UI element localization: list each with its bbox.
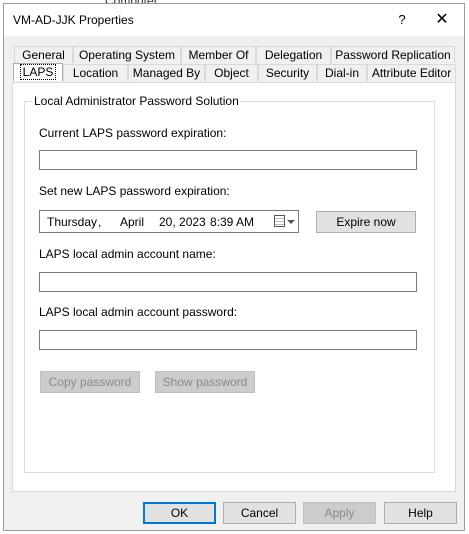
set-new-expiration-label: Set new LAPS password expiration: <box>39 184 230 198</box>
date-day-year[interactable]: 20, 2023 <box>159 215 206 229</box>
copy-password-button[interactable]: Copy password <box>40 371 140 393</box>
date-time[interactable]: 8:39 AM <box>210 215 254 229</box>
account-password-label: LAPS local admin account password: <box>39 305 238 319</box>
account-name-label: LAPS local admin account name: <box>39 247 216 261</box>
tab-delegation[interactable]: Delegation <box>256 46 331 63</box>
ok-button[interactable]: OK <box>143 502 216 524</box>
help-button[interactable]: Help <box>384 502 457 524</box>
properties-dialog: VM-AD-JJK Properties ? ✕ General Operati… <box>3 3 465 531</box>
group-title: Local Administrator Password Solution <box>32 94 241 108</box>
tab-security[interactable]: Security <box>258 64 317 81</box>
tab-laps[interactable]: LAPS <box>13 63 63 81</box>
tab-general[interactable]: General <box>14 46 73 63</box>
tab-location[interactable]: Location <box>63 64 128 81</box>
account-name-field[interactable] <box>39 272 417 292</box>
tab-managed-by[interactable]: Managed By <box>128 64 205 81</box>
tab-attribute-editor[interactable]: Attribute Editor <box>367 64 456 81</box>
expiration-datepicker[interactable]: Thursday , April 20, 2023 8:39 AM <box>39 210 299 233</box>
title-bar: VM-AD-JJK Properties ? ✕ <box>4 4 464 36</box>
date-separator: , <box>98 215 102 229</box>
window-title: VM-AD-JJK Properties <box>13 13 134 27</box>
show-password-button[interactable]: Show password <box>155 371 255 393</box>
account-password-field[interactable] <box>39 330 417 350</box>
current-expiration-field[interactable] <box>39 150 417 170</box>
tab-password-replication[interactable]: Password Replication <box>331 46 455 63</box>
close-icon[interactable]: ✕ <box>424 8 460 32</box>
tab-dial-in[interactable]: Dial-in <box>317 64 367 81</box>
help-icon[interactable]: ? <box>390 8 414 32</box>
date-month[interactable]: April <box>120 215 144 229</box>
date-weekday[interactable]: Thursday <box>47 215 97 229</box>
tab-member-of[interactable]: Member Of <box>181 46 256 63</box>
calendar-icon[interactable] <box>274 215 285 227</box>
chevron-down-icon[interactable] <box>287 220 295 224</box>
apply-button[interactable]: Apply <box>303 502 376 524</box>
laps-tab-panel: Local Administrator Password Solution Cu… <box>12 82 456 492</box>
tab-operating-system[interactable]: Operating System <box>73 46 181 63</box>
expire-now-button[interactable]: Expire now <box>316 211 416 233</box>
cancel-button[interactable]: Cancel <box>223 502 296 524</box>
current-expiration-label: Current LAPS password expiration: <box>39 126 227 140</box>
tab-object[interactable]: Object <box>205 64 258 81</box>
